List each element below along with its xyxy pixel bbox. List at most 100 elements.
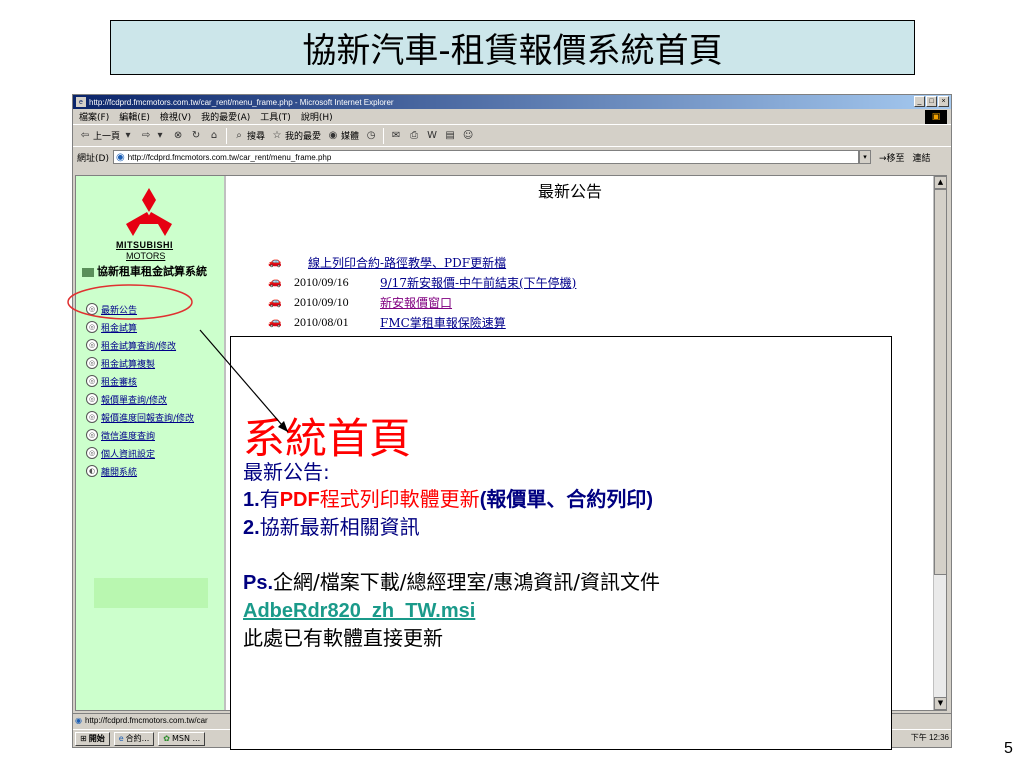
bullet-icon: ◎ <box>86 375 98 387</box>
nav-item-label: 徵信進度查詢 <box>101 431 156 442</box>
news-item: 🚗 2010/08/01 FMC掌租車報保險速算 <box>268 312 576 332</box>
nav-menu: ◎ 最新公告 ◎ 租金試算 ◎ 租金試算查詢/修改 ◎ 租金試算複製 ◎ 租金審核 ◎ 報價… <box>86 300 194 480</box>
exit-icon: ◐ <box>86 465 98 477</box>
taskbar-item[interactable]: ✿ MSN ... <box>158 731 206 746</box>
nav-item-label: 租金試算複製 <box>101 359 156 370</box>
address-label: 網址(D) <box>77 153 109 164</box>
news-link[interactable]: FMC掌租車報保險速算 <box>380 314 506 331</box>
installer-link[interactable]: AdbeRdr820_zh_TW.msi <box>243 600 475 622</box>
bullet-icon: ◎ <box>86 357 98 369</box>
address-input[interactable]: ◉ http://fcdprd.fmcmotors.com.tw/car_ren… <box>112 150 859 164</box>
search-label: 搜尋 <box>247 132 266 142</box>
news-link[interactable]: 9/17新安報價-中午前結束(下午停機) <box>380 274 576 291</box>
nav-item-label: 離開系統 <box>101 467 138 478</box>
go-label: 移至 <box>886 153 905 164</box>
nav-item-logout[interactable]: ◐ 離開系統 <box>86 462 194 480</box>
slide: 協新汽車-租賃報價系統首頁 e http://fcdprd.fmcmotors.… <box>0 0 1024 768</box>
callout-line-news: 最新公告: <box>243 460 330 484</box>
close-button[interactable]: × <box>938 96 949 107</box>
callout-item-2: 2.協新最新相關資訊 <box>243 514 660 542</box>
refresh-icon[interactable]: ↻ <box>190 130 202 142</box>
nav-item-credit-query[interactable]: ◎ 徵信進度查詢 <box>86 426 194 444</box>
callout-ps-note: 此處已有軟體直接更新 <box>243 626 443 650</box>
back-arrow-icon: ⇦ <box>80 129 90 141</box>
bullet-icon: ◎ <box>86 447 98 459</box>
search-button[interactable]: ⌕ 搜尋 <box>233 129 266 143</box>
history-icon[interactable]: ◷ <box>365 130 377 142</box>
news-date: 2010/09/10 <box>294 294 349 309</box>
vertical-scrollbar[interactable]: ▲ ▼ <box>933 176 947 710</box>
word-icon[interactable]: W <box>426 130 438 142</box>
msn-task-icon: ✿ <box>163 734 170 743</box>
nav-item-progress-query[interactable]: ◎ 報價進度回報查詢/修改 <box>86 408 194 426</box>
favorites-button[interactable]: ☆ 我的最愛 <box>271 129 322 143</box>
back-button[interactable]: ⇦ 上一頁 ▾ <box>79 129 134 143</box>
car-icon <box>82 267 94 277</box>
bullet-icon: ◎ <box>86 411 98 423</box>
callout-ps-line: Ps.企網/檔案下載/總經理室/惠鴻資訊/資訊文件 <box>243 569 660 597</box>
go-arrow-icon: → <box>878 153 887 164</box>
media-button[interactable]: ◉ 媒體 <box>327 129 359 143</box>
minimize-button[interactable]: _ <box>914 96 925 107</box>
forward-button[interactable]: ⇨ ▾ <box>140 130 166 142</box>
taskbar-item-label: MSN ... <box>171 734 201 743</box>
address-dropdown-icon[interactable]: ▾ <box>858 150 871 164</box>
stop-icon[interactable]: ⊗ <box>172 130 184 142</box>
news-heading: 最新公告 <box>538 182 603 201</box>
maximize-button[interactable]: □ <box>926 96 937 107</box>
news-item: 🚗 線上列印合約-路徑教學、PDF更新檔 <box>268 252 576 272</box>
star-icon: ☆ <box>272 129 282 141</box>
scroll-thumb[interactable] <box>934 189 947 575</box>
start-label: 開始 <box>88 734 105 743</box>
go-button[interactable]: →移至 <box>879 151 905 164</box>
print-icon[interactable]: ⎙ <box>408 130 420 142</box>
messenger-icon[interactable]: ☺ <box>462 130 474 142</box>
bullet-icon: ◎ <box>86 339 98 351</box>
nav-item-calc-copy[interactable]: ◎ 租金試算複製 <box>86 354 194 372</box>
back-label: 上一頁 <box>93 132 121 142</box>
bullet-icon: ◎ <box>86 393 98 405</box>
window-titlebar: e http://fcdprd.fmcmotors.com.tw/car_ren… <box>73 95 951 109</box>
news-link[interactable]: 線上列印合約-路徑教學、PDF更新檔 <box>308 254 506 271</box>
nav-item-label: 最新公告 <box>101 305 138 316</box>
nav-item-label: 租金審核 <box>101 377 138 388</box>
nav-item-calc-query[interactable]: ◎ 租金試算查詢/修改 <box>86 336 194 354</box>
car-icon: 🚗 <box>268 276 282 288</box>
bullet-icon: ◎ <box>86 321 98 333</box>
nav-item-rent-calc[interactable]: ◎ 租金試算 <box>86 318 194 336</box>
page-icon: ◉ <box>115 151 125 163</box>
menu-favorites[interactable]: 我的最愛(A) <box>201 110 250 123</box>
ps-text: 企網/檔案下載/總經理室/惠鴻資訊/資訊文件 <box>273 570 660 594</box>
windows-flag-icon: ⊞ <box>80 734 87 743</box>
item-text: 協新最新相關資訊 <box>259 515 420 539</box>
links-button[interactable]: 連結 <box>913 151 931 164</box>
menu-tools[interactable]: 工具(T) <box>260 110 291 123</box>
forward-arrow-icon: ⇨ <box>141 129 151 141</box>
edit-icon[interactable]: ▤ <box>444 130 456 142</box>
favorites-label: 我的最愛 <box>285 132 322 142</box>
nav-item-quote-query[interactable]: ◎ 報價單查詢/修改 <box>86 390 194 408</box>
toolbar-separator <box>226 127 228 144</box>
taskbar-item[interactable]: e 合約... <box>113 731 155 746</box>
menu-edit[interactable]: 編輯(E) <box>119 110 150 123</box>
nav-item-latest-news[interactable]: ◎ 最新公告 <box>86 300 194 318</box>
mail-icon[interactable]: ✉ <box>390 130 402 142</box>
nav-item-rent-review[interactable]: ◎ 租金審核 <box>86 372 194 390</box>
home-icon[interactable]: ⌂ <box>208 130 220 142</box>
car-icon: 🚗 <box>268 296 282 308</box>
logo-text: MITSUBISHI <box>116 240 174 250</box>
taskbar-clock: 下午 12:36 <box>910 733 949 742</box>
system-heading-text: 協新租車租金試算系統 <box>97 265 207 278</box>
start-button[interactable]: ⊞ 開始 <box>75 731 110 746</box>
nav-item-personal-settings[interactable]: ◎ 個人資訊設定 <box>86 444 194 462</box>
nav-item-label: 租金試算查詢/修改 <box>101 341 177 352</box>
status-text: http://fcdprd.fmcmotors.com.tw/car <box>84 716 208 725</box>
scroll-up-icon[interactable]: ▲ <box>934 176 947 189</box>
menu-file[interactable]: 檔案(F) <box>79 110 109 123</box>
menu-help[interactable]: 說明(H) <box>301 110 333 123</box>
left-panel-box <box>94 578 208 608</box>
left-frame: MITSUBISHI MOTORS 協新租車租金試算系統 ◎ 最新公告 ◎ 租金試算… <box>76 176 226 710</box>
news-link[interactable]: 新安報價窗口 <box>380 294 452 311</box>
menu-view[interactable]: 檢視(V) <box>160 110 191 123</box>
scroll-down-icon[interactable]: ▼ <box>934 697 947 710</box>
